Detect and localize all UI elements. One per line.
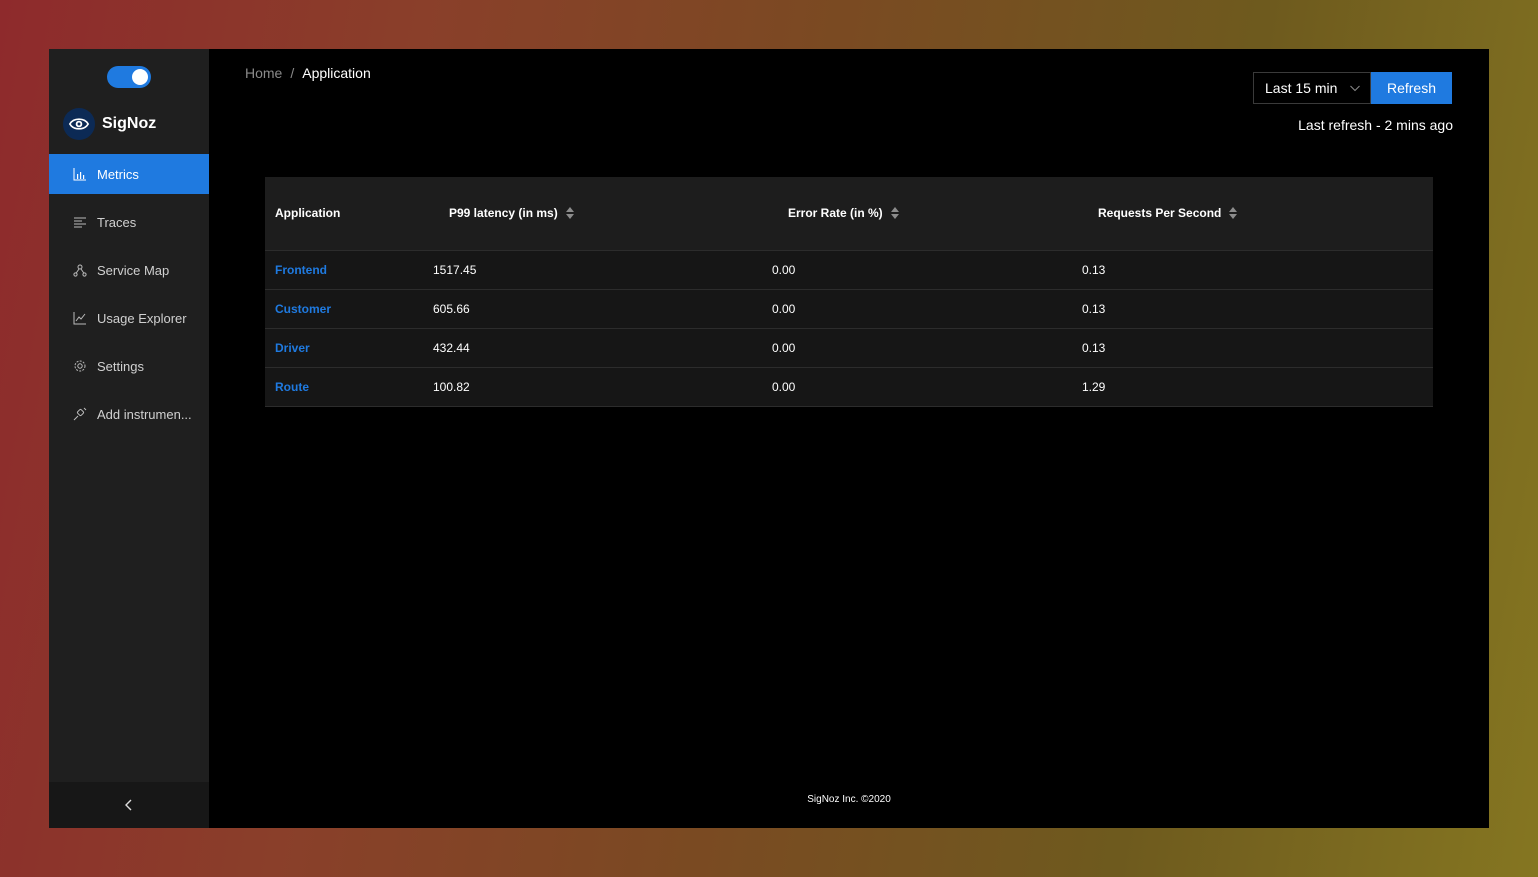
sidebar-item-metrics[interactable]: Metrics [49,154,209,194]
p99-latency-cell: 1517.45 [423,250,762,290]
sort-icon[interactable] [890,207,899,220]
table-row: Driver 432.44 0.00 0.13 [265,328,1433,368]
sidebar-item-label: Usage Explorer [97,310,187,326]
sidebar-item-label: Service Map [97,262,170,278]
toggle-knob [132,69,148,85]
deployment-unit-icon [73,263,87,277]
error-rate-cell: 0.00 [762,289,1072,329]
signoz-logo-icon [63,108,95,140]
sidebar-item-label: Metrics [97,166,139,182]
time-controls: Last 15 min Refresh [1253,72,1452,104]
refresh-button[interactable]: Refresh [1371,72,1452,104]
error-rate-cell: 0.00 [762,328,1072,368]
breadcrumb-home[interactable]: Home [245,65,282,81]
last-refresh-text: Last refresh - 2 mins ago [1298,117,1453,133]
rps-cell: 0.13 [1072,289,1433,329]
sort-icon[interactable] [565,207,574,220]
sidebar-item-settings[interactable]: Settings [49,346,209,386]
column-header-error-rate[interactable]: Error Rate (in %) [762,177,1072,251]
sidebar-item-add-instrumentation[interactable]: Add instrumen... [49,394,209,434]
chevron-left-icon [125,799,132,811]
sort-icon[interactable] [1229,207,1238,220]
p99-latency-cell: 432.44 [423,328,762,368]
sidebar-item-label: Traces [97,214,137,230]
sidebar-item-traces[interactable]: Traces [49,202,209,242]
rps-cell: 1.29 [1072,367,1433,407]
breadcrumb-separator: / [290,65,295,81]
table-row: Frontend 1517.45 0.00 0.13 [265,250,1433,290]
theme-toggle[interactable] [107,66,151,88]
sidebar-item-service-map[interactable]: Service Map [49,250,209,290]
time-range-select[interactable]: Last 15 min [1253,72,1371,104]
align-left-icon [73,215,87,229]
table-row: Customer 605.66 0.00 0.13 [265,289,1433,329]
sidebar-item-label: Add instrumen... [97,406,192,422]
error-rate-cell: 0.00 [762,250,1072,290]
main-content: Home / Application Last 15 min Refresh Las… [209,49,1489,828]
rps-cell: 0.13 [1072,328,1433,368]
breadcrumb: Home / Application [245,65,371,81]
sidebar: SigNoz Metrics Traces Service Map Usage … [49,49,209,828]
rps-cell: 0.13 [1072,250,1433,290]
column-header-p99-latency[interactable]: P99 latency (in ms) [423,177,762,251]
application-link[interactable]: Customer [265,289,423,329]
chevron-down-icon [1350,85,1360,92]
line-chart-icon [73,311,87,325]
brand[interactable]: SigNoz [63,108,156,140]
table-row: Route 100.82 0.00 1.29 [265,367,1433,407]
column-header-application: Application [265,177,423,251]
breadcrumb-current: Application [302,65,371,81]
bar-chart-icon [73,167,87,181]
error-rate-cell: 0.00 [762,367,1072,407]
sidebar-menu: Metrics Traces Service Map Usage Explore… [49,154,209,442]
time-range-value: Last 15 min [1265,80,1338,96]
p99-latency-cell: 100.82 [423,367,762,407]
collapse-sidebar-button[interactable] [49,782,209,828]
application-link[interactable]: Driver [265,328,423,368]
applications-table: Application P99 latency (in ms) Error Ra… [265,177,1433,407]
sidebar-item-usage-explorer[interactable]: Usage Explorer [49,298,209,338]
api-icon [73,407,87,421]
app-window: SigNoz Metrics Traces Service Map Usage … [49,49,1489,828]
column-header-requests-per-second[interactable]: Requests Per Second [1072,177,1433,251]
sidebar-item-label: Settings [97,358,144,374]
application-link[interactable]: Route [265,367,423,407]
footer-copyright: SigNoz Inc. ©2020 [807,794,891,805]
application-link[interactable]: Frontend [265,250,423,290]
table-header-row: Application P99 latency (in ms) Error Ra… [265,177,1433,251]
brand-name: SigNoz [102,115,157,132]
p99-latency-cell: 605.66 [423,289,762,329]
gear-icon [73,359,87,373]
